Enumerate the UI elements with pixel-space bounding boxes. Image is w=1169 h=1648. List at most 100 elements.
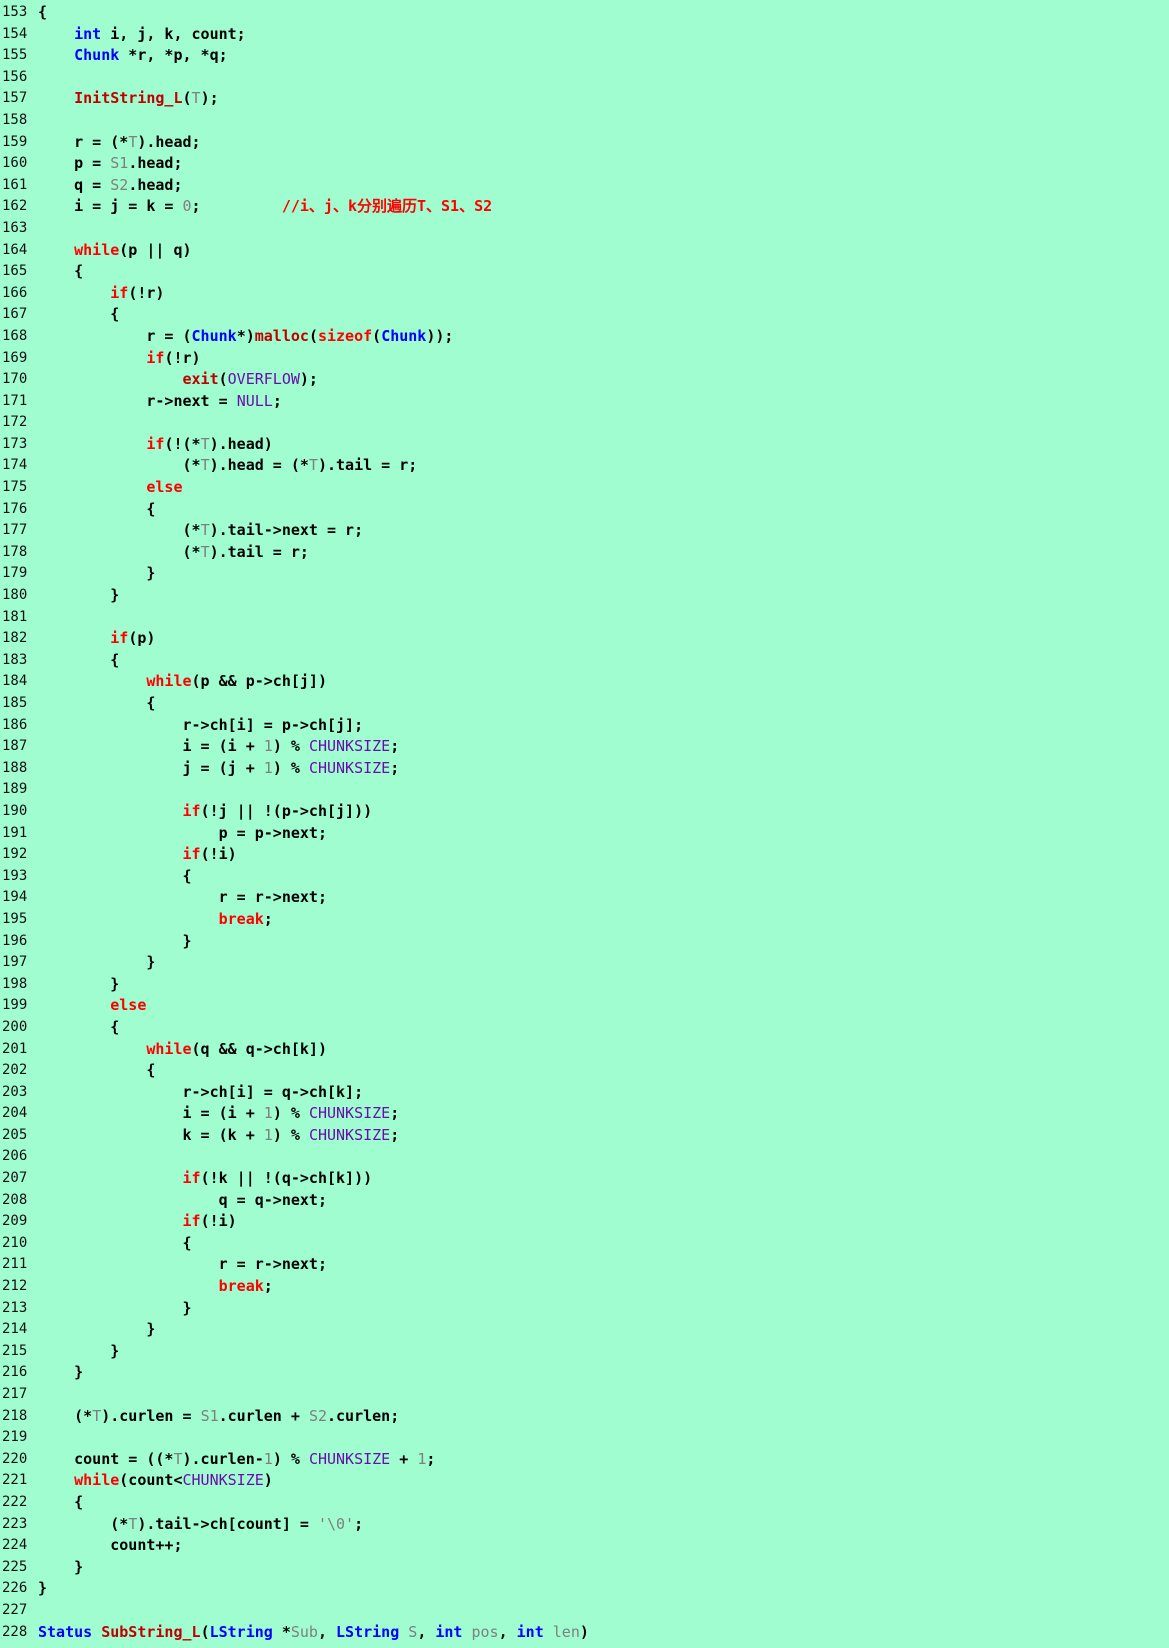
code-line[interactable]: 219 bbox=[0, 1427, 1169, 1449]
code-token-param: len bbox=[552, 1622, 580, 1641]
code-line[interactable]: 161 q = S2.head; bbox=[0, 175, 1169, 197]
line-code: (*T).tail->next = r; bbox=[38, 520, 1169, 542]
code-line[interactable]: 171 r->next = NULL; bbox=[0, 391, 1169, 413]
code-line[interactable]: 191 p = p->next; bbox=[0, 823, 1169, 845]
code-line[interactable]: 180 } bbox=[0, 585, 1169, 607]
code-line[interactable]: 210 { bbox=[0, 1233, 1169, 1255]
code-token-param: T bbox=[200, 542, 210, 561]
code-token-keyword: while bbox=[146, 672, 192, 691]
line-code: } bbox=[38, 1557, 1169, 1579]
code-line[interactable]: 214 } bbox=[0, 1319, 1169, 1341]
code-line[interactable]: 196 } bbox=[0, 931, 1169, 953]
code-line[interactable]: 181 bbox=[0, 607, 1169, 629]
code-line[interactable]: 208 q = q->next; bbox=[0, 1190, 1169, 1212]
code-line[interactable]: 182 if(p) bbox=[0, 628, 1169, 650]
code-line[interactable]: 220 count = ((*T).curlen-1) % CHUNKSIZE … bbox=[0, 1449, 1169, 1471]
code-line[interactable]: 205 k = (k + 1) % CHUNKSIZE; bbox=[0, 1125, 1169, 1147]
line-number: 195 bbox=[2, 910, 28, 927]
code-token-plain: ).tail = r; bbox=[209, 542, 309, 561]
code-line[interactable]: 155 Chunk *r, *p, *q; bbox=[0, 45, 1169, 67]
code-token-plain: ) % bbox=[272, 1125, 309, 1144]
code-token-param: S2 bbox=[110, 175, 129, 194]
code-line[interactable]: 175 else bbox=[0, 477, 1169, 499]
code-line[interactable]: 192 if(!i) bbox=[0, 844, 1169, 866]
code-line[interactable]: 183 { bbox=[0, 650, 1169, 672]
code-line[interactable]: 207 if(!k || !(q->ch[k])) bbox=[0, 1168, 1169, 1190]
code-line[interactable]: 187 i = (i + 1) % CHUNKSIZE; bbox=[0, 736, 1169, 758]
code-line[interactable]: 154 int i, j, k, count; bbox=[0, 24, 1169, 46]
line-code: while(p && p->ch[j]) bbox=[38, 671, 1169, 693]
code-line[interactable]: 156 bbox=[0, 67, 1169, 89]
code-line[interactable]: 198 } bbox=[0, 974, 1169, 996]
code-line[interactable]: 173 if(!(*T).head) bbox=[0, 434, 1169, 456]
code-line[interactable]: 189 bbox=[0, 779, 1169, 801]
code-line[interactable]: 204 i = (i + 1) % CHUNKSIZE; bbox=[0, 1103, 1169, 1125]
code-line[interactable]: 176 { bbox=[0, 499, 1169, 521]
code-line[interactable]: 224 count++; bbox=[0, 1535, 1169, 1557]
code-line[interactable]: 223 (*T).tail->ch[count] = '\0'; bbox=[0, 1514, 1169, 1536]
code-line[interactable]: 197 } bbox=[0, 952, 1169, 974]
code-line[interactable]: 222 { bbox=[0, 1492, 1169, 1514]
code-line[interactable]: 186 r->ch[i] = p->ch[j]; bbox=[0, 715, 1169, 737]
line-number: 165 bbox=[2, 263, 28, 280]
line-number: 198 bbox=[2, 975, 28, 992]
code-line[interactable]: 209 if(!i) bbox=[0, 1211, 1169, 1233]
code-line[interactable]: 216 } bbox=[0, 1362, 1169, 1384]
code-line[interactable]: 225 } bbox=[0, 1557, 1169, 1579]
code-token-plain: ).tail = r; bbox=[317, 456, 418, 475]
code-line[interactable]: 184 while(p && p->ch[j]) bbox=[0, 671, 1169, 693]
line-code: { bbox=[38, 1017, 1169, 1039]
code-line[interactable]: 194 r = r->next; bbox=[0, 887, 1169, 909]
code-line[interactable]: 164 while(p || q) bbox=[0, 240, 1169, 262]
code-line[interactable]: 174 (*T).head = (*T).tail = r; bbox=[0, 455, 1169, 477]
code-token-keyword: while bbox=[74, 240, 120, 259]
code-line[interactable]: 228 Status SubString_L(LString *Sub, LStr… bbox=[0, 1622, 1169, 1644]
code-line[interactable]: 217 bbox=[0, 1384, 1169, 1406]
code-line[interactable]: 177 (*T).tail->next = r; bbox=[0, 520, 1169, 542]
code-line[interactable]: 169 if(!r) bbox=[0, 348, 1169, 370]
code-line[interactable]: 166 if(!r) bbox=[0, 283, 1169, 305]
code-line[interactable]: 213 } bbox=[0, 1298, 1169, 1320]
code-line[interactable]: 162 i = j = k = 0; //i、j、k分别遍历T、S1、S2 bbox=[0, 196, 1169, 218]
code-line[interactable]: 153 { bbox=[0, 2, 1169, 24]
code-token-number: 0 bbox=[182, 197, 192, 216]
code-line[interactable]: 211 r = r->next; bbox=[0, 1254, 1169, 1276]
code-line[interactable]: 157 InitString_L(T); bbox=[0, 88, 1169, 110]
code-line[interactable]: 200 { bbox=[0, 1017, 1169, 1039]
code-line[interactable]: 227 bbox=[0, 1600, 1169, 1622]
code-line[interactable]: 188 j = (j + 1) % CHUNKSIZE; bbox=[0, 758, 1169, 780]
code-line[interactable]: 199 else bbox=[0, 995, 1169, 1017]
code-line[interactable]: 195 break; bbox=[0, 909, 1169, 931]
code-line[interactable]: 215 } bbox=[0, 1341, 1169, 1363]
code-line[interactable]: 172 bbox=[0, 412, 1169, 434]
code-token-param: T bbox=[200, 456, 210, 475]
code-line[interactable]: 203 r->ch[i] = q->ch[k]; bbox=[0, 1082, 1169, 1104]
code-line[interactable]: 206 bbox=[0, 1146, 1169, 1168]
code-line[interactable]: 218 (*T).curlen = S1.curlen + S2.curlen; bbox=[0, 1406, 1169, 1428]
code-line[interactable]: 165 { bbox=[0, 261, 1169, 283]
code-line[interactable]: 159 r = (*T).head; bbox=[0, 132, 1169, 154]
code-line[interactable]: 185 { bbox=[0, 693, 1169, 715]
code-line[interactable]: 202 { bbox=[0, 1060, 1169, 1082]
code-line[interactable]: 160 p = S1.head; bbox=[0, 153, 1169, 175]
code-line[interactable]: 167 { bbox=[0, 304, 1169, 326]
code-line[interactable]: 179 } bbox=[0, 563, 1169, 585]
code-line[interactable]: 163 bbox=[0, 218, 1169, 240]
code-line[interactable]: 226} bbox=[0, 1578, 1169, 1600]
code-line[interactable]: 190 if(!j || !(p->ch[j])) bbox=[0, 801, 1169, 823]
line-number: 170 bbox=[2, 371, 28, 388]
code-token-plain: ).tail->next = r; bbox=[209, 521, 364, 540]
code-line[interactable]: 201 while(q && q->ch[k]) bbox=[0, 1039, 1169, 1061]
code-line[interactable]: 193 { bbox=[0, 866, 1169, 888]
code-line[interactable]: 178 (*T).tail = r; bbox=[0, 542, 1169, 564]
code-line[interactable]: 170 exit(OVERFLOW); bbox=[0, 369, 1169, 391]
code-token-plain: } bbox=[38, 1579, 48, 1598]
code-line[interactable]: 158 bbox=[0, 110, 1169, 132]
code-line[interactable]: 221 while(count<CHUNKSIZE) bbox=[0, 1470, 1169, 1492]
code-line[interactable]: 168 r = (Chunk*)malloc(sizeof(Chunk)); bbox=[0, 326, 1169, 348]
code-line[interactable]: 212 break; bbox=[0, 1276, 1169, 1298]
code-editor[interactable]: 153{154 int i, j, k, count; 155 Chunk *r,… bbox=[0, 0, 1169, 1648]
